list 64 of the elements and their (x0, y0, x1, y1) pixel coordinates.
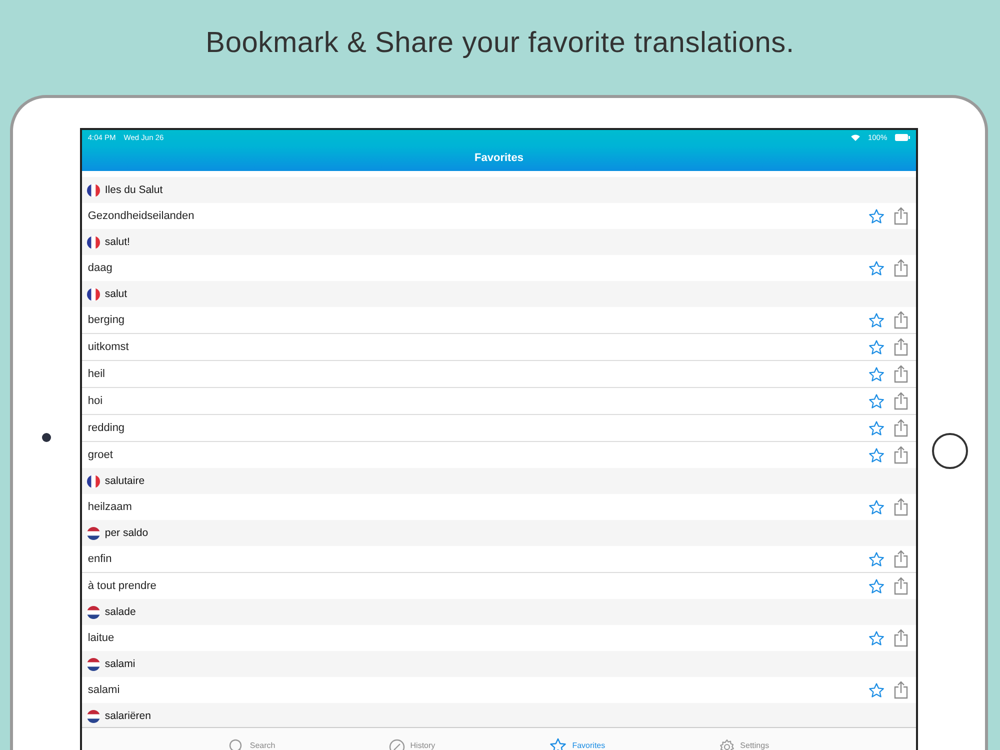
translation-text: enfin (88, 553, 113, 565)
share-icon[interactable] (894, 577, 908, 595)
share-icon[interactable] (894, 446, 908, 464)
dutch-flag-icon (86, 606, 100, 618)
share-icon[interactable] (894, 338, 908, 356)
dutch-flag-icon (86, 526, 100, 540)
translation-text: redding (88, 422, 126, 434)
term-text: salami (104, 658, 136, 670)
star-icon[interactable] (868, 498, 886, 516)
star-icon[interactable] (868, 312, 886, 328)
french-flag-icon (86, 288, 100, 300)
share-icon[interactable] (894, 365, 908, 383)
french-flag-icon (86, 236, 100, 248)
star-icon[interactable] (868, 420, 886, 436)
french-flag-icon (86, 184, 100, 196)
term-text: salade (104, 606, 136, 618)
translation-text: groet (88, 449, 114, 461)
share-icon[interactable] (894, 681, 908, 699)
share-icon[interactable] (894, 629, 908, 647)
translation-text: heilzaam (88, 501, 133, 513)
share-icon[interactable] (894, 550, 908, 568)
translation-text: daag (88, 262, 114, 274)
star-icon (549, 737, 568, 750)
battery-icon (895, 134, 910, 141)
settings-icon (719, 739, 736, 750)
star-icon[interactable] (868, 630, 886, 646)
translation-text: Gezondheidseilanden (88, 210, 196, 222)
star-icon[interactable] (868, 578, 886, 594)
star-icon[interactable] (868, 392, 886, 410)
translation-text: laitue (88, 632, 116, 644)
share-icon[interactable] (894, 419, 908, 437)
translation-text: à tout prendre (88, 580, 158, 592)
term-text: salut (104, 288, 128, 300)
translation-text: uitkomst (88, 341, 130, 353)
term-text: salariëren (104, 710, 151, 722)
star-icon[interactable] (868, 208, 886, 224)
star-icon[interactable] (868, 682, 886, 698)
dutch-flag-icon (86, 710, 100, 722)
term-text: salutaire (104, 475, 145, 487)
dutch-flag-icon (86, 658, 100, 670)
translation-text: heil (88, 368, 106, 380)
translation-text: berging (88, 314, 126, 326)
term-text: salut! (104, 236, 130, 248)
term-text: per saldo (104, 527, 148, 539)
translation-text: hoi (88, 395, 104, 407)
star-icon[interactable] (868, 338, 886, 356)
compass-icon (389, 739, 406, 750)
star-icon[interactable] (868, 260, 886, 276)
headline: Bookmark & Share your favorite translations. (206, 27, 794, 60)
share-icon[interactable] (894, 311, 908, 329)
share-icon[interactable] (894, 392, 908, 410)
star-icon[interactable] (868, 446, 886, 464)
term-text: Iles du Salut (104, 184, 163, 196)
star-icon[interactable] (868, 366, 886, 382)
nav-title: Favorites (474, 152, 524, 164)
star-icon[interactable] (868, 550, 886, 568)
share-icon[interactable] (894, 498, 908, 516)
home-button[interactable] (932, 433, 968, 469)
french-flag-icon (86, 474, 100, 488)
camera-icon (42, 433, 51, 442)
share-icon[interactable] (894, 259, 908, 277)
translation-text: salami (88, 684, 121, 696)
share-icon[interactable] (894, 207, 908, 225)
wifi-icon (850, 134, 860, 141)
